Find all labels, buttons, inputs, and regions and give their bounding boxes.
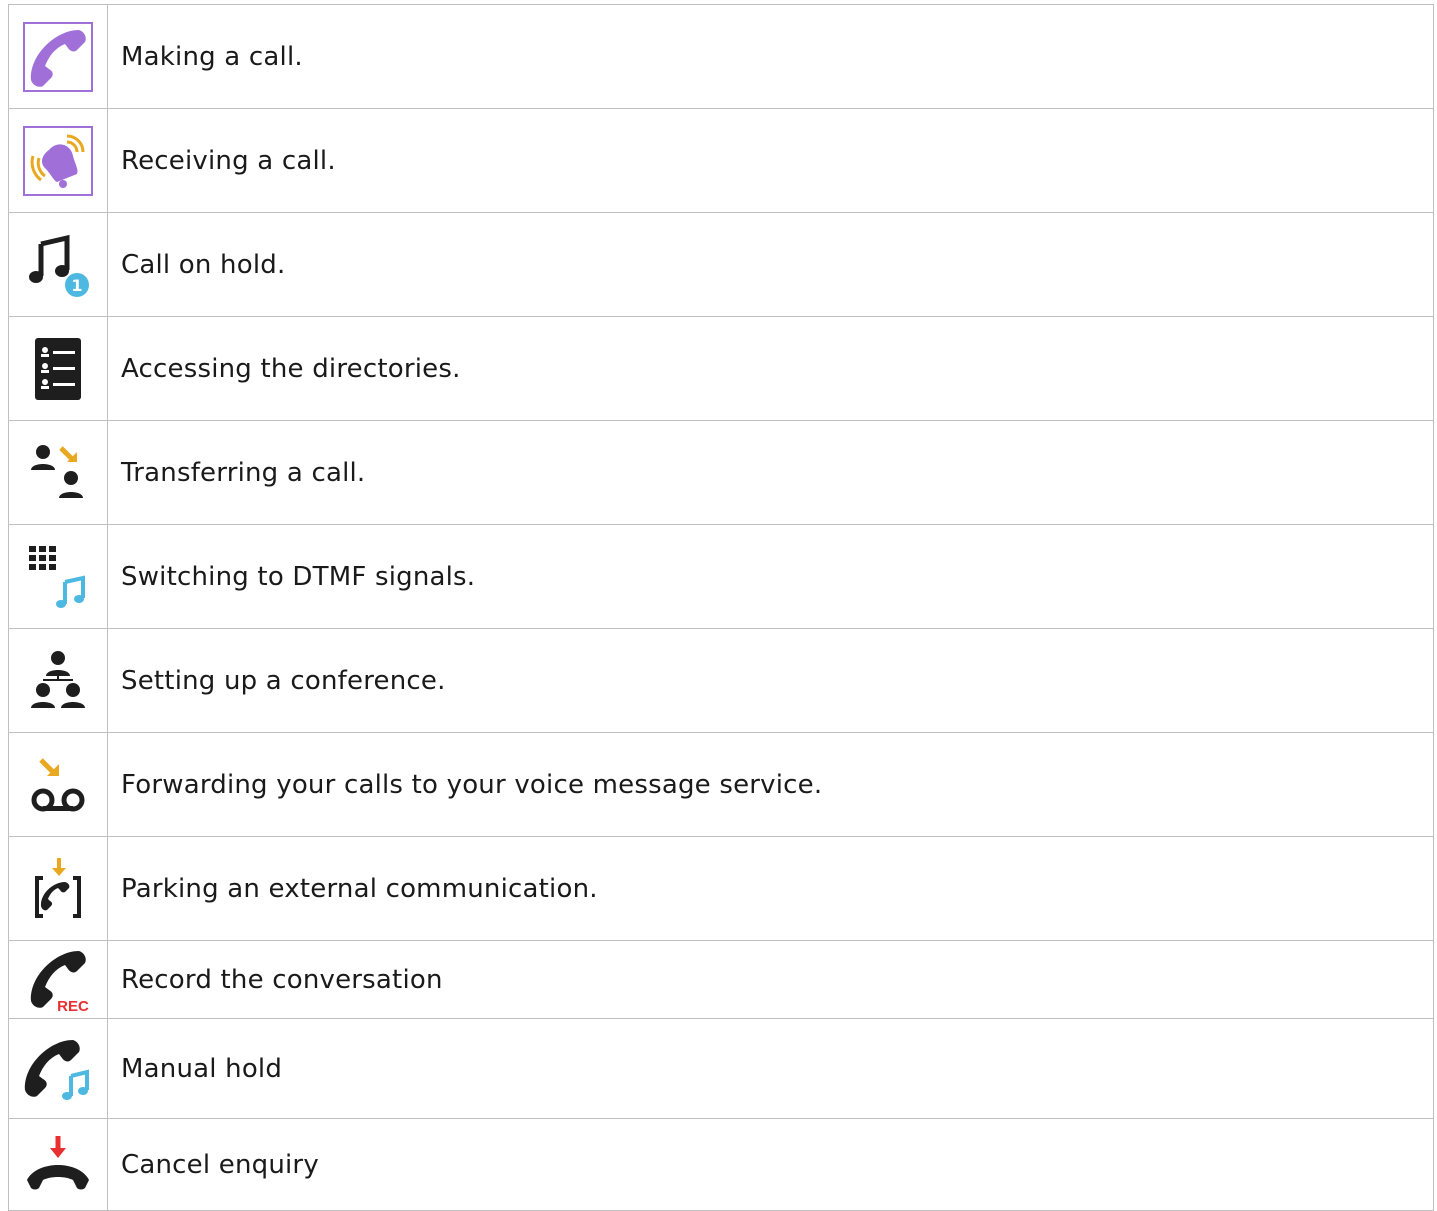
dtmf-keypad-icon — [29, 545, 85, 608]
row-label: Call on hold. — [121, 249, 286, 280]
icon-cell — [9, 525, 108, 628]
row-label: Forwarding your calls to your voice mess… — [121, 769, 823, 800]
row-label: Receiving a call. — [121, 145, 336, 176]
transfer-call-icon — [31, 444, 83, 498]
row-label: Switching to DTMF signals. — [121, 561, 476, 592]
manual-hold-icon — [24, 1039, 89, 1100]
table-row: Cancel enquiry — [9, 1119, 1433, 1211]
row-label: Accessing the directories. — [121, 353, 461, 384]
cancel-enquiry-icon — [27, 1135, 89, 1189]
row-label: Making a call. — [121, 41, 303, 72]
table-row: Switching to DTMF signals. — [9, 525, 1433, 629]
icon-cell: 1 — [9, 213, 108, 316]
table-row: Parking an external communication. — [9, 837, 1433, 941]
table-row: REC Record the conversation — [9, 941, 1433, 1019]
table-row: Making a call. — [9, 5, 1433, 109]
icon-cell — [9, 5, 108, 108]
record-call-icon: REC — [30, 950, 89, 1015]
icon-cell — [9, 317, 108, 420]
receiving-call-icon — [23, 125, 93, 196]
row-label: Setting up a conference. — [121, 665, 446, 696]
icon-reference-table: Making a call. Receiving a call. 1 Call … — [8, 4, 1434, 1211]
rec-badge: REC — [57, 998, 89, 1015]
svg-text:1: 1 — [71, 276, 82, 295]
icon-cell — [9, 837, 108, 940]
icon-cell — [9, 1019, 108, 1118]
icon-cell: REC — [9, 941, 108, 1018]
voicemail-forward-icon — [31, 757, 85, 811]
table-row: Accessing the directories. — [9, 317, 1433, 421]
table-row: 1 Call on hold. — [9, 213, 1433, 317]
park-call-icon — [35, 857, 81, 918]
row-label: Cancel enquiry — [121, 1149, 319, 1180]
icon-cell — [9, 421, 108, 524]
table-row: Forwarding your calls to your voice mess… — [9, 733, 1433, 837]
conference-icon — [31, 650, 85, 708]
icon-cell — [9, 1119, 108, 1210]
row-label: Record the conversation — [121, 964, 443, 995]
icon-cell — [9, 629, 108, 732]
table-row: Receiving a call. — [9, 109, 1433, 213]
row-label: Transferring a call. — [121, 457, 366, 488]
table-row: Transferring a call. — [9, 421, 1433, 525]
table-row: Setting up a conference. — [9, 629, 1433, 733]
row-label: Parking an external communication. — [121, 873, 598, 904]
row-label: Manual hold — [121, 1053, 283, 1084]
directory-icon — [35, 337, 81, 400]
table-row: Manual hold — [9, 1019, 1433, 1119]
making-call-icon — [23, 21, 93, 92]
icon-cell — [9, 109, 108, 212]
call-on-hold-icon: 1 — [29, 234, 89, 297]
icon-cell — [9, 733, 108, 836]
